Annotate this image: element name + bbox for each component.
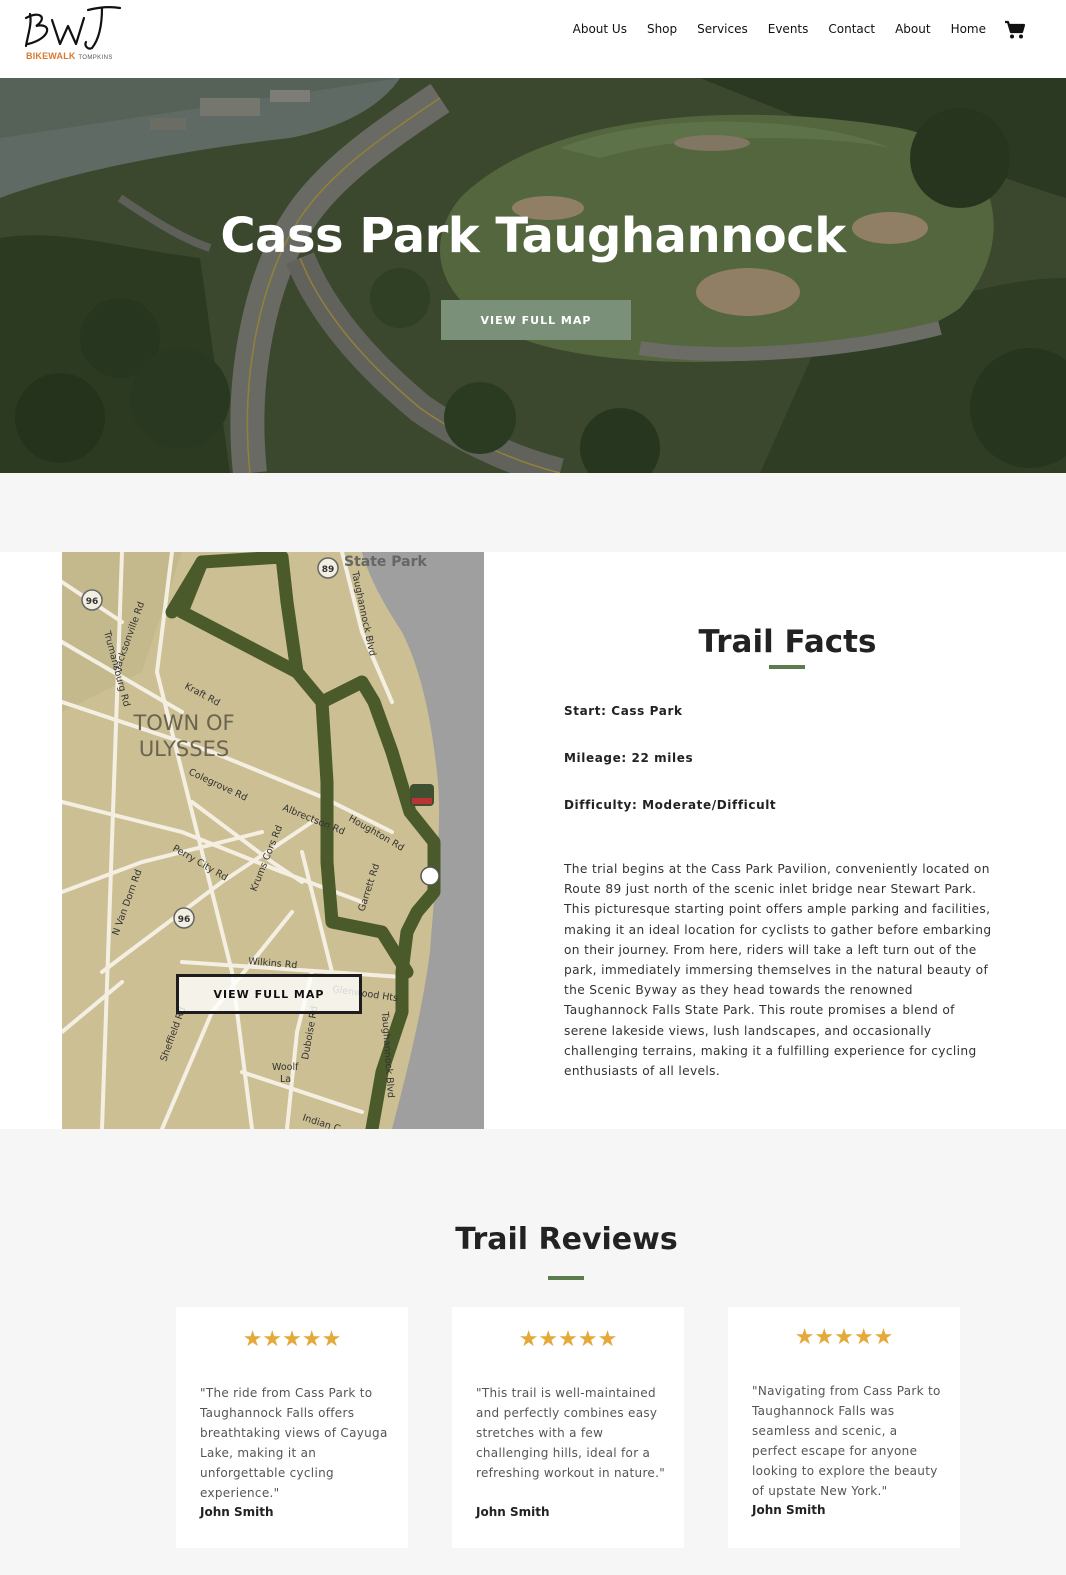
nav-home[interactable]: Home — [951, 22, 986, 36]
fact-difficulty: Difficulty: Moderate/Difficult — [564, 798, 777, 812]
page-title: Cass Park Taughannock — [220, 208, 846, 264]
star-rating-icon: ★★★★★ — [794, 1325, 894, 1350]
main-nav: About Us Shop Services Events Contact Ab… — [573, 22, 986, 36]
reviews-heading-underline — [548, 1276, 584, 1280]
map-label-ulysses: ULYSSES — [139, 737, 229, 761]
nav-shop[interactable]: Shop — [647, 22, 677, 36]
map-label-route96-north: 96 — [86, 597, 99, 607]
review-card: ★★★★★ "Navigating from Cass Park to Taug… — [728, 1307, 960, 1548]
trail-description: The trial begins at the Cass Park Pavili… — [564, 862, 992, 1079]
fact-mileage: Mileage: 22 miles — [564, 751, 694, 765]
hero-view-map-button[interactable]: VIEW FULL MAP — [441, 300, 631, 340]
hero-overlay — [0, 78, 1066, 473]
site-header: BIKEWALK TOMPKINS About Us Shop Services… — [0, 0, 1066, 78]
review-text: "The ride from Cass Park to Taughannock … — [200, 1386, 388, 1500]
trail-facts-heading: Trail Facts — [698, 624, 877, 660]
nav-events[interactable]: Events — [768, 22, 809, 36]
review-author: John Smith — [476, 1505, 550, 1519]
logo-text-secondary: TOMPKINS — [78, 55, 113, 61]
star-rating-icon: ★★★★★ — [242, 1327, 342, 1352]
review-author: John Smith — [752, 1503, 826, 1517]
review-author: John Smith — [200, 1505, 274, 1519]
logo[interactable]: BIKEWALK TOMPKINS — [22, 4, 132, 66]
trail-reviews-heading: Trail Reviews — [455, 1222, 678, 1257]
map-label-route89: 89 — [322, 565, 335, 575]
heading-underline — [769, 665, 805, 669]
trail-map-image: 96 89 96 State Park TOWN OF ULYSSES Jack… — [62, 552, 484, 1129]
logo-text: BIKEWALK TOMPKINS — [26, 51, 113, 61]
logo-text-primary: BIKEWALK — [26, 51, 76, 61]
cart-icon[interactable] — [1004, 20, 1026, 40]
map-label-town: TOWN OF — [132, 711, 234, 735]
review-card: ★★★★★ "This trail is well-maintained and… — [452, 1307, 684, 1548]
logo-mark — [24, 6, 122, 50]
map-label-woolf: Woolf — [272, 1062, 299, 1073]
map-label-route96-south: 96 — [178, 915, 191, 925]
review-text: "Navigating from Cass Park to Taughannoc… — [752, 1384, 941, 1498]
review-text: "This trail is well-maintained and perfe… — [476, 1386, 666, 1480]
nav-about[interactable]: About — [895, 22, 930, 36]
hero-section: Cass Park Taughannock VIEW FULL MAP — [0, 78, 1066, 473]
nav-about-us[interactable]: About Us — [573, 22, 627, 36]
fact-start: Start: Cass Park — [564, 704, 683, 718]
map-label-state-park: State Park — [344, 554, 428, 570]
nav-services[interactable]: Services — [697, 22, 748, 36]
map-label-woolf-la: La — [280, 1074, 291, 1085]
nav-contact[interactable]: Contact — [828, 22, 875, 36]
map-view-full-map-button[interactable]: VIEW FULL MAP — [176, 974, 362, 1014]
review-card: ★★★★★ "The ride from Cass Park to Taugha… — [176, 1307, 408, 1548]
trail-facts-section: 96 89 96 State Park TOWN OF ULYSSES Jack… — [0, 552, 1066, 1129]
star-rating-icon: ★★★★★ — [518, 1327, 618, 1352]
trail-map[interactable]: 96 89 96 State Park TOWN OF ULYSSES Jack… — [62, 552, 484, 1129]
